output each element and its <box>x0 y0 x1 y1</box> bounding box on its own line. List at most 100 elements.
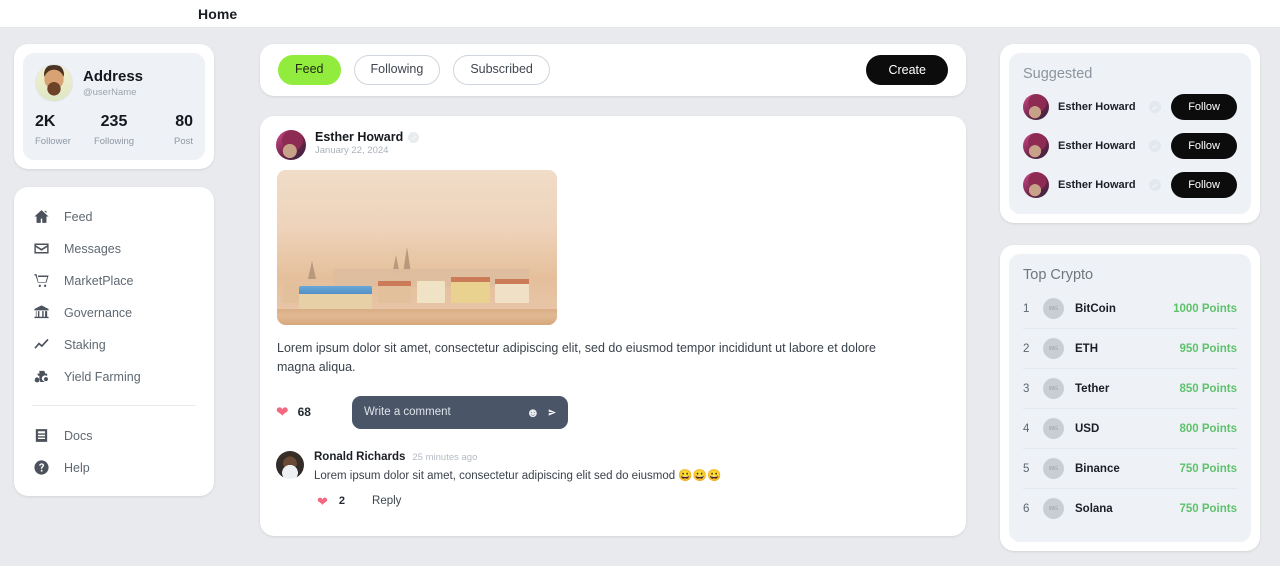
stat-label: Post <box>174 135 194 147</box>
comment-timestamp: 25 minutes ago <box>412 451 478 463</box>
crypto-points: 950 Points <box>1179 342 1237 355</box>
feed-tabs-bar: Feed Following Subscribed Create <box>260 44 966 96</box>
tractor-icon <box>32 368 50 386</box>
verified-badge-icon <box>1148 140 1161 152</box>
crypto-points: 750 Points <box>1179 462 1237 475</box>
crypto-row[interactable]: 5 IMG Binance 750 Points <box>1023 449 1237 489</box>
suggested-user-name: Esther Howard <box>1058 179 1136 191</box>
avatar <box>1023 94 1049 120</box>
sidebar-item-staking[interactable]: Staking <box>14 329 214 361</box>
left-sidebar: Address @userName 2K Follower 235 Follow… <box>14 44 214 496</box>
post-card: Esther Howard January 22, 2024 Lorem ips… <box>260 116 966 536</box>
document-icon <box>32 427 50 445</box>
question-circle-icon <box>32 459 50 477</box>
sidebar-item-governance[interactable]: Governance <box>14 297 214 329</box>
avatar <box>1023 172 1049 198</box>
crypto-name: USD <box>1075 422 1100 435</box>
follow-button[interactable]: Follow <box>1171 133 1237 159</box>
comment-item: Ronald Richards 25 minutes ago Lorem ips… <box>276 450 950 508</box>
bank-icon <box>32 304 50 322</box>
tab-subscribed[interactable]: Subscribed <box>453 55 550 85</box>
nav-divider <box>32 404 196 406</box>
coin-icon: IMG <box>1043 418 1064 439</box>
sidebar-item-label: Feed <box>64 209 93 224</box>
comment-input[interactable] <box>364 406 518 419</box>
profile-name: Address <box>83 67 144 85</box>
top-crypto-panel: Top Crypto 1 IMG BitCoin 1000 Points 2 I… <box>1000 245 1260 551</box>
crypto-row[interactable]: 4 IMG USD 800 Points <box>1023 409 1237 449</box>
right-sidebar: Suggested Esther Howard Follow Esther Ho… <box>1000 44 1260 566</box>
cart-icon <box>32 272 50 290</box>
sidebar-item-help[interactable]: Help <box>14 452 214 484</box>
crypto-rank: 4 <box>1023 422 1030 435</box>
stat-value: 2K <box>35 113 56 130</box>
stat-post: 80 Post <box>140 113 193 147</box>
crypto-rank: 3 <box>1023 382 1030 395</box>
sidebar-item-messages[interactable]: Messages <box>14 233 214 265</box>
chart-line-icon <box>32 336 50 354</box>
coin-icon: IMG <box>1043 458 1064 479</box>
sidebar-item-label: Governance <box>64 305 133 320</box>
post-like-group[interactable]: ❤ 68 <box>276 405 352 420</box>
sidebar-item-yield-farming[interactable]: Yield Farming <box>14 361 214 393</box>
page-body: Address @userName 2K Follower 235 Follow… <box>0 28 1280 566</box>
crypto-rank: 5 <box>1023 462 1030 475</box>
suggested-user-row: Esther Howard Follow <box>1023 133 1237 159</box>
sidebar-item-label: Staking <box>64 337 106 352</box>
stat-value: 235 <box>100 113 128 130</box>
coin-icon: IMG <box>1043 298 1064 319</box>
envelope-icon <box>32 240 50 258</box>
crypto-rank: 6 <box>1023 502 1030 515</box>
crypto-row[interactable]: 3 IMG Tether 850 Points <box>1023 369 1237 409</box>
stat-follower: 2K Follower <box>35 113 88 147</box>
sidebar-item-feed[interactable]: Feed <box>14 201 214 233</box>
sidebar-item-docs[interactable]: Docs <box>14 420 214 452</box>
crypto-points: 750 Points <box>1179 502 1237 515</box>
crypto-row[interactable]: 2 IMG ETH 950 Points <box>1023 329 1237 369</box>
stat-label: Follower <box>35 135 71 147</box>
avatar <box>276 450 304 479</box>
emoji-icon[interactable]: ☻ <box>526 406 540 419</box>
profile-handle: @userName <box>83 87 137 99</box>
comment-author-name: Ronald Richards <box>314 450 406 463</box>
follow-button[interactable]: Follow <box>1171 172 1237 198</box>
suggested-user-name: Esther Howard <box>1058 140 1136 152</box>
send-icon[interactable] <box>548 405 556 420</box>
create-button[interactable]: Create <box>866 55 948 85</box>
tab-feed[interactable]: Feed <box>278 55 341 85</box>
comment-composer[interactable]: ☻ <box>352 395 568 429</box>
crypto-rank: 1 <box>1023 302 1030 315</box>
suggested-title: Suggested <box>1023 66 1093 82</box>
suggested-user-row: Esther Howard Follow <box>1023 94 1237 120</box>
top-crypto-title: Top Crypto <box>1023 267 1094 283</box>
post-header: Esther Howard January 22, 2024 <box>276 130 950 160</box>
crypto-name: ETH <box>1075 342 1098 355</box>
crypto-points: 800 Points <box>1179 422 1237 435</box>
comment-heart-icon[interactable]: ❤ <box>317 495 328 508</box>
comment-reply-button[interactable]: Reply <box>372 495 401 507</box>
crypto-rank: 2 <box>1023 342 1030 355</box>
coin-icon: IMG <box>1043 498 1064 519</box>
crypto-row[interactable]: 1 IMG BitCoin 1000 Points <box>1023 289 1237 329</box>
crypto-points: 1000 Points <box>1173 302 1237 315</box>
avatar <box>35 64 73 102</box>
sidebar-item-label: Help <box>64 460 90 475</box>
sidebar-item-label: Docs <box>64 428 93 443</box>
post-actions: ❤ 68 ☻ <box>276 395 950 429</box>
page-title: Home <box>198 5 238 22</box>
crypto-name: Tether <box>1075 382 1110 395</box>
sidebar-item-marketplace[interactable]: MarketPlace <box>14 265 214 297</box>
tab-following[interactable]: Following <box>353 55 441 85</box>
suggested-user-row: Esther Howard Follow <box>1023 172 1237 198</box>
comment-text: Lorem ipsum dolor sit amet, consectetur … <box>314 469 722 482</box>
coin-icon: IMG <box>1043 338 1064 359</box>
home-icon <box>32 208 50 226</box>
profile-card: Address @userName 2K Follower 235 Follow… <box>14 44 214 169</box>
follow-button[interactable]: Follow <box>1171 94 1237 120</box>
verified-badge-icon <box>1148 101 1161 113</box>
heart-icon[interactable]: ❤ <box>276 405 289 420</box>
coin-icon: IMG <box>1043 378 1064 399</box>
crypto-row[interactable]: 6 IMG Solana 750 Points <box>1023 489 1237 528</box>
sidebar-item-label: Messages <box>64 241 121 256</box>
like-count: 68 <box>297 405 311 420</box>
